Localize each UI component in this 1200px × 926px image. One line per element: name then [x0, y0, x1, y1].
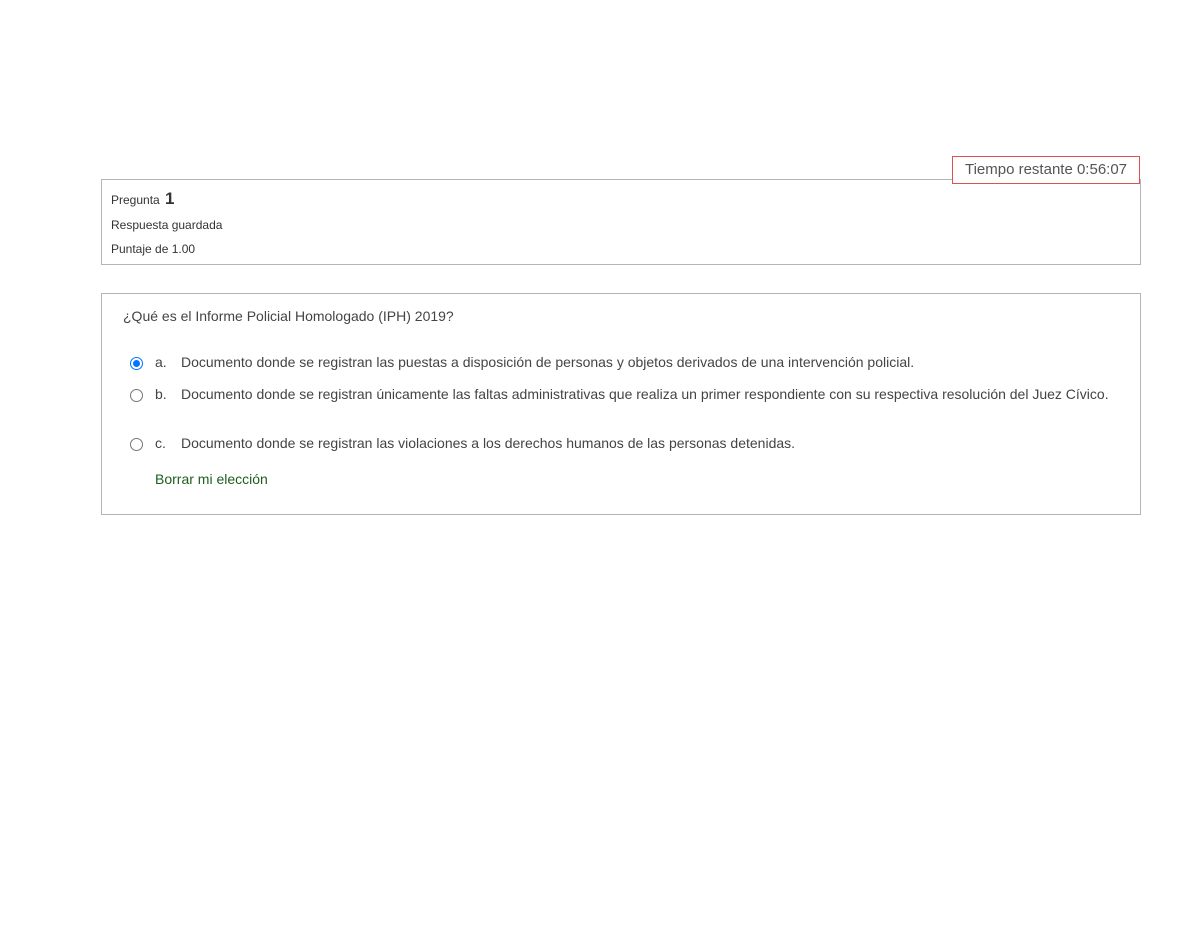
option-letter-b: b.: [155, 386, 167, 402]
clear-choice-link[interactable]: Borrar mi elección: [155, 471, 268, 487]
question-text: ¿Qué es el Informe Policial Homologado (…: [123, 308, 454, 324]
radio-option-c[interactable]: [130, 438, 143, 451]
question-state: Respuesta guardada: [111, 218, 223, 232]
question-content-box: ¿Qué es el Informe Policial Homologado (…: [101, 293, 1141, 515]
option-letter-a: a.: [155, 354, 167, 370]
question-title-label: Pregunta: [111, 193, 160, 207]
answer-option-a[interactable]: a. Documento donde se registran las pues…: [130, 354, 1110, 374]
option-text-a: Documento donde se registran las puestas…: [181, 354, 915, 370]
option-text-b: Documento donde se registran únicamente …: [181, 386, 1109, 402]
answer-option-c[interactable]: c. Documento donde se registran las viol…: [130, 435, 1110, 455]
time-remaining-timer: Tiempo restante 0:56:07: [952, 156, 1140, 184]
radio-option-b[interactable]: [130, 389, 143, 402]
question-number: 1: [165, 189, 175, 208]
answer-option-b[interactable]: b. Documento donde se registran únicamen…: [130, 386, 1110, 422]
question-info-box: Pregunta 1 Respuesta guardada Puntaje de…: [101, 179, 1141, 265]
quiz-page: Tiempo restante 0:56:07 Pregunta 1 Respu…: [0, 0, 1200, 926]
option-letter-c: c.: [155, 435, 166, 451]
radio-option-a[interactable]: [130, 357, 143, 370]
question-grade: Puntaje de 1.00: [111, 242, 196, 256]
option-text-c: Documento donde se registran las violaci…: [181, 435, 796, 451]
question-title: Pregunta 1: [111, 189, 175, 209]
